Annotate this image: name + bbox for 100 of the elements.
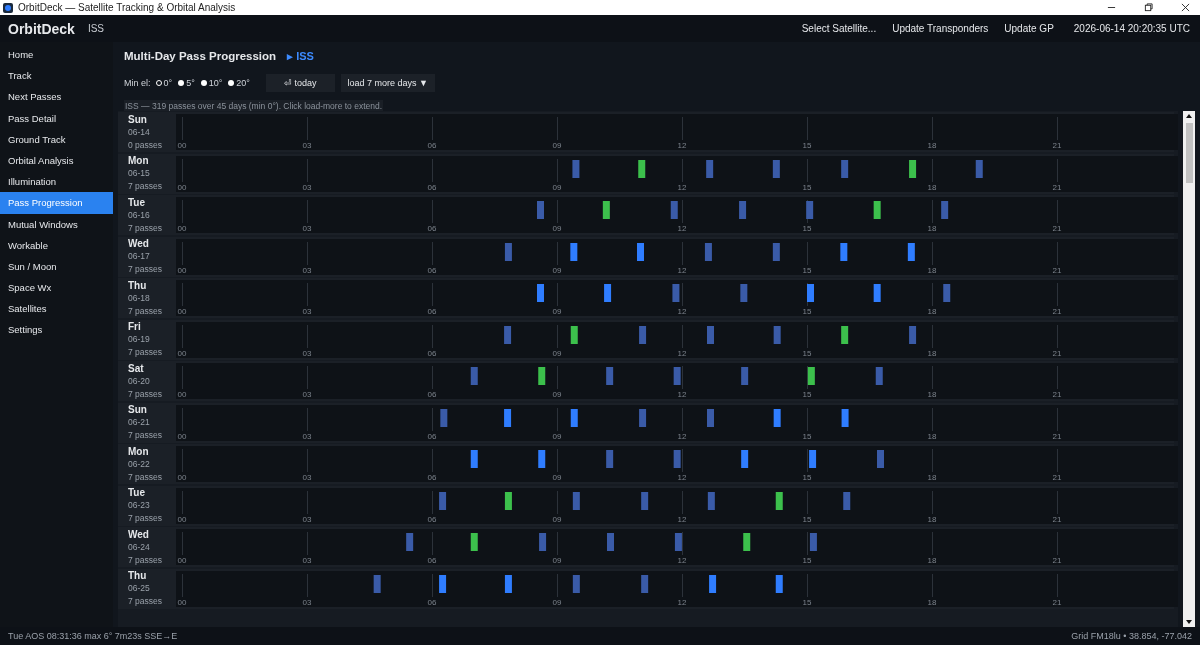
header-button[interactable]: Update GP	[996, 23, 1062, 34]
date-label: 06-22	[128, 457, 151, 471]
today-button[interactable]: ⏎ today	[266, 74, 335, 92]
hour-tick-label: 18	[927, 514, 937, 524]
hour-tick-label: 03	[302, 265, 312, 275]
sidebar-item[interactable]: Ground Track	[0, 128, 113, 150]
hour-tick-label: 03	[302, 182, 312, 192]
pass-count: 7 passes	[128, 263, 164, 276]
sidebar-item[interactable]: Space Wx	[0, 277, 113, 299]
hour-tick-label: 18	[927, 348, 937, 358]
header-button[interactable]: Update Transponders	[884, 23, 997, 34]
sidebar-item[interactable]: Settings	[0, 319, 113, 341]
sidebar-item[interactable]: Home	[0, 44, 113, 66]
pass-bar[interactable]	[775, 491, 783, 510]
sidebar-item[interactable]: Workable	[0, 234, 113, 256]
hour-tick-label: 00	[177, 182, 187, 192]
pass-bar[interactable]	[773, 408, 781, 427]
hour-tick-label: 06	[427, 141, 437, 150]
pass-bar[interactable]	[470, 450, 478, 468]
pass-bar[interactable]	[504, 574, 512, 593]
hour-tick-label: 12	[677, 307, 687, 316]
load-more-button[interactable]: load 7 more days ▼	[340, 74, 435, 92]
pass-bar[interactable]	[637, 242, 644, 261]
hour-tick-label: 03	[302, 224, 312, 233]
sidebar-item[interactable]: Illumination	[0, 171, 113, 193]
pass-bar[interactable]	[809, 450, 817, 468]
pass-bar[interactable]	[840, 242, 848, 261]
pass-bar[interactable]	[841, 408, 849, 427]
hour-tick-label: 12	[677, 514, 687, 524]
hour-tick-label: 09	[552, 224, 562, 233]
hour-tick-label: 06	[427, 473, 437, 482]
elevation-radio[interactable]: 10°	[200, 78, 223, 88]
pass-bar[interactable]	[638, 159, 646, 178]
hour-tick-label: 21	[1052, 597, 1062, 607]
hour-tick-label: 06	[427, 390, 437, 399]
pass-bar[interactable]	[604, 284, 612, 302]
pass-bar[interactable]	[538, 367, 546, 385]
hour-tick-label: 21	[1052, 265, 1062, 275]
pass-bar[interactable]	[570, 325, 578, 344]
pass-bar[interactable]	[741, 450, 749, 468]
sidebar-item[interactable]: Orbital Analysis	[0, 149, 113, 172]
scroll-thumb[interactable]	[1185, 123, 1193, 183]
weekday-label: Tue	[128, 486, 147, 499]
elevation-radio[interactable]: 0°	[155, 78, 173, 88]
close-icon[interactable]	[1181, 3, 1190, 12]
date-label: 06-24	[128, 540, 151, 554]
weekday-label: Wed	[128, 237, 150, 250]
hour-tick-label: 15	[802, 431, 812, 441]
pass-bar[interactable]	[439, 574, 447, 593]
hour-tick-label: 18	[927, 141, 937, 150]
status-text: Tue AOS 08:31:36 max 6° 7m23s SSE→E	[8, 631, 178, 641]
maximize-icon[interactable]	[1144, 3, 1153, 12]
pass-bar[interactable]	[709, 574, 717, 593]
sidebar-item[interactable]: Sun / Moon	[0, 255, 113, 278]
sidebar-item[interactable]: Mutual Windows	[0, 213, 113, 235]
hour-tick-label: 15	[802, 348, 812, 358]
pass-bar[interactable]	[538, 450, 546, 468]
hour-tick-label: 09	[552, 307, 562, 316]
pass-bar[interactable]	[807, 367, 815, 385]
hour-tick-label: 00	[177, 556, 187, 565]
sidebar-item[interactable]: Pass Detail	[0, 107, 113, 129]
hour-tick-label: 00	[177, 597, 187, 607]
sidebar-item[interactable]: Pass Progression	[0, 192, 113, 214]
header-button[interactable]: Select Satellite...	[793, 23, 885, 34]
sidebar-item[interactable]: Satellites	[0, 298, 113, 320]
elevation-radio[interactable]: 5°	[178, 78, 195, 88]
hour-tick-label: 21	[1052, 141, 1062, 150]
hour-tick-label: 21	[1052, 556, 1062, 565]
pass-bar[interactable]	[504, 408, 512, 427]
pass-bar[interactable]	[743, 533, 751, 551]
pass-bar[interactable]	[775, 574, 783, 593]
hour-tick-label: 09	[552, 556, 562, 565]
hour-tick-label: 09	[552, 597, 562, 607]
pass-bar[interactable]	[602, 201, 610, 219]
hour-tick-label: 15	[802, 224, 812, 233]
pass-bar[interactable]	[570, 408, 578, 427]
hour-tick-label: 18	[927, 265, 937, 275]
sidebar-item[interactable]: Track	[0, 65, 113, 87]
pass-bar[interactable]	[907, 242, 915, 261]
date-label: 06-16	[128, 208, 151, 222]
pass-bar[interactable]	[504, 491, 512, 510]
elevation-radio[interactable]: 20°	[228, 78, 250, 88]
satellite-link[interactable]: ▸ ISS	[287, 50, 314, 63]
hour-tick-label: 15	[802, 182, 812, 192]
pass-count: 7 passes	[128, 595, 164, 608]
hour-tick-label: 18	[927, 431, 937, 441]
pass-count: 7 passes	[128, 512, 164, 525]
hour-tick-label: 12	[677, 597, 687, 607]
hour-tick-label: 18	[927, 556, 937, 565]
pass-bar[interactable]	[909, 159, 917, 178]
pass-bar[interactable]	[841, 325, 849, 344]
pass-bar[interactable]	[470, 533, 478, 551]
pass-bar[interactable]	[873, 201, 881, 219]
app-name: OrbitDeck	[8, 20, 75, 37]
hour-tick-label: 12	[677, 265, 687, 275]
pass-count: 7 passes	[128, 180, 164, 193]
pass-bar[interactable]	[570, 242, 578, 261]
sidebar-item[interactable]: Next Passes	[0, 86, 113, 108]
scrollbar[interactable]	[1183, 111, 1195, 627]
hour-tick-label: 06	[427, 224, 437, 233]
